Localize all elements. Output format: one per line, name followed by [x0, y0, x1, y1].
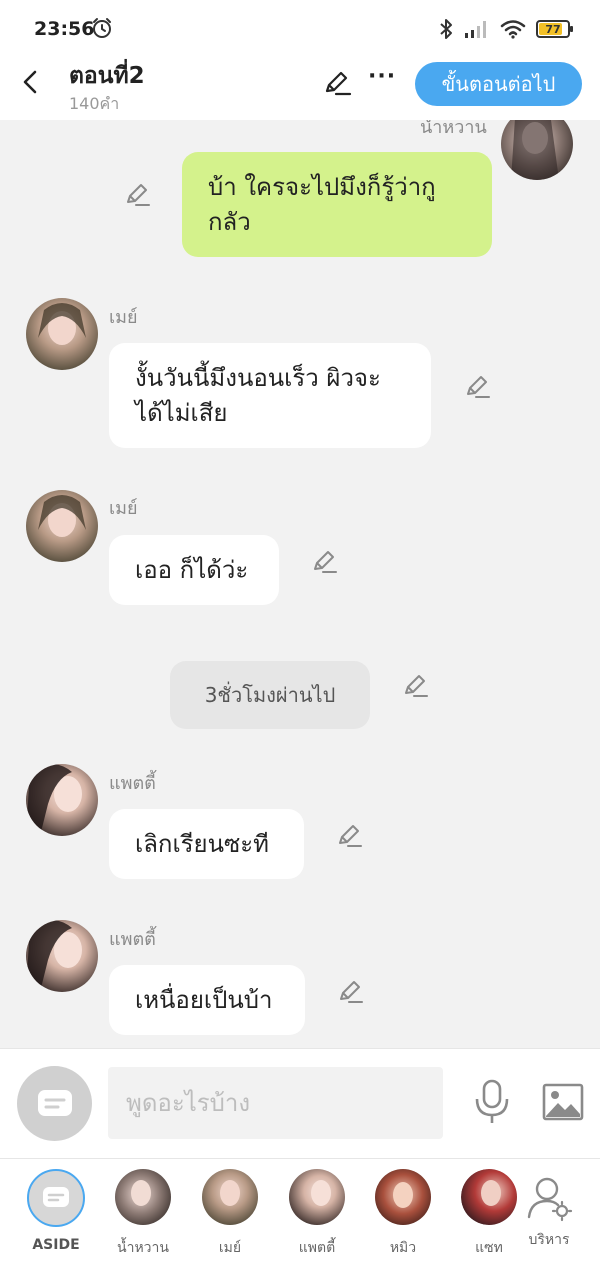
character-label: บริหาร [528, 1232, 570, 1248]
image-icon[interactable] [542, 1083, 584, 1121]
message-bubble[interactable]: บ้า ใครจะไปมึงก็รู้ว่ากู กลัว [182, 152, 492, 257]
message-sender: เมย์ [109, 498, 138, 519]
more-options-button[interactable]: ··· [368, 64, 396, 94]
user-settings-icon [527, 1177, 573, 1222]
avatar-may[interactable] [26, 298, 98, 370]
aside-chat-icon [37, 1089, 72, 1116]
message-sender: น้ำหวาน [420, 120, 487, 138]
edit-message-icon[interactable] [463, 373, 491, 401]
edit-message-icon[interactable] [310, 548, 338, 576]
message-composer [0, 1048, 600, 1158]
character-label: แพตตี้ [298, 1240, 336, 1256]
time-skip-note[interactable]: 3ชั่วโมงผ่านไป [170, 661, 370, 729]
character-bar: ASIDE น้ำหวาน เมย์ แพตตี้ หมิว แซท บริหา… [0, 1158, 600, 1267]
message-bubble[interactable]: เออ ก็ได้ว่ะ [109, 535, 279, 605]
character-avatar [289, 1169, 345, 1225]
character-label: หมิว [389, 1240, 417, 1256]
microphone-icon[interactable] [472, 1079, 512, 1125]
avatar-namwan[interactable] [501, 120, 573, 180]
message-sender: เมย์ [109, 307, 138, 328]
character-label: แซท [475, 1240, 503, 1256]
battery-icon: 77 [536, 20, 573, 38]
message-bubble[interactable]: เหนื่อยเป็นบ้า [109, 965, 305, 1035]
alarm-icon [93, 18, 111, 38]
back-button[interactable] [14, 66, 46, 98]
battery-level: 77 [545, 22, 561, 36]
manage-characters[interactable]: บริหาร [504, 1169, 594, 1251]
character-namwan[interactable]: น้ำหวาน [98, 1169, 188, 1259]
word-count: 140คำ [69, 94, 120, 113]
chevron-left-icon [23, 70, 37, 94]
episode-title: ตอนที่2 [69, 63, 145, 89]
character-label: ASIDE [32, 1237, 80, 1253]
character-patty[interactable]: แพตตี้ [272, 1169, 362, 1259]
bluetooth-icon [440, 19, 452, 39]
signal-icon [465, 21, 486, 38]
aside-chat-icon [43, 1187, 69, 1207]
message-input[interactable] [108, 1067, 443, 1139]
aside-avatar [27, 1169, 85, 1227]
edit-title-icon[interactable] [322, 68, 352, 98]
edit-message-icon[interactable] [336, 978, 364, 1006]
avatar-patty[interactable] [26, 764, 98, 836]
message-sender: แพตตี้ [109, 929, 156, 950]
edit-message-icon[interactable] [335, 822, 363, 850]
message-bubble[interactable]: เลิกเรียนซะที [109, 809, 304, 879]
chat-area[interactable]: น้ำหวาน บ้า ใครจะไปมึงก็รู้ว่ากู กลัว เม… [0, 120, 600, 1048]
episode-header: ตอนที่2 140คำ ··· ขั้นตอนต่อไป [0, 56, 600, 120]
edit-message-icon[interactable] [401, 672, 429, 700]
wifi-icon [500, 20, 526, 39]
avatar-may[interactable] [26, 490, 98, 562]
message-bubble[interactable]: งั้นวันนี้มึงนอนเร็ว ผิวจะ ได้ไม่เสีย [109, 343, 431, 448]
next-step-button[interactable]: ขั้นตอนต่อไป [415, 62, 582, 106]
message-sender: แพตตี้ [109, 773, 156, 794]
character-avatar [375, 1169, 431, 1225]
character-aside[interactable]: ASIDE [11, 1169, 101, 1253]
status-time: 23:56 [34, 18, 95, 40]
character-label: เมย์ [218, 1240, 242, 1256]
character-avatar [202, 1169, 258, 1225]
character-may[interactable]: เมย์ [185, 1169, 275, 1259]
avatar-patty[interactable] [26, 920, 98, 992]
aside-toggle-button[interactable] [17, 1066, 92, 1141]
character-avatar [115, 1169, 171, 1225]
edit-message-icon[interactable] [123, 181, 151, 209]
character-label: น้ำหวาน [117, 1240, 169, 1256]
character-mew[interactable]: หมิว [358, 1169, 448, 1259]
status-bar: 23:56 77 [0, 0, 600, 56]
